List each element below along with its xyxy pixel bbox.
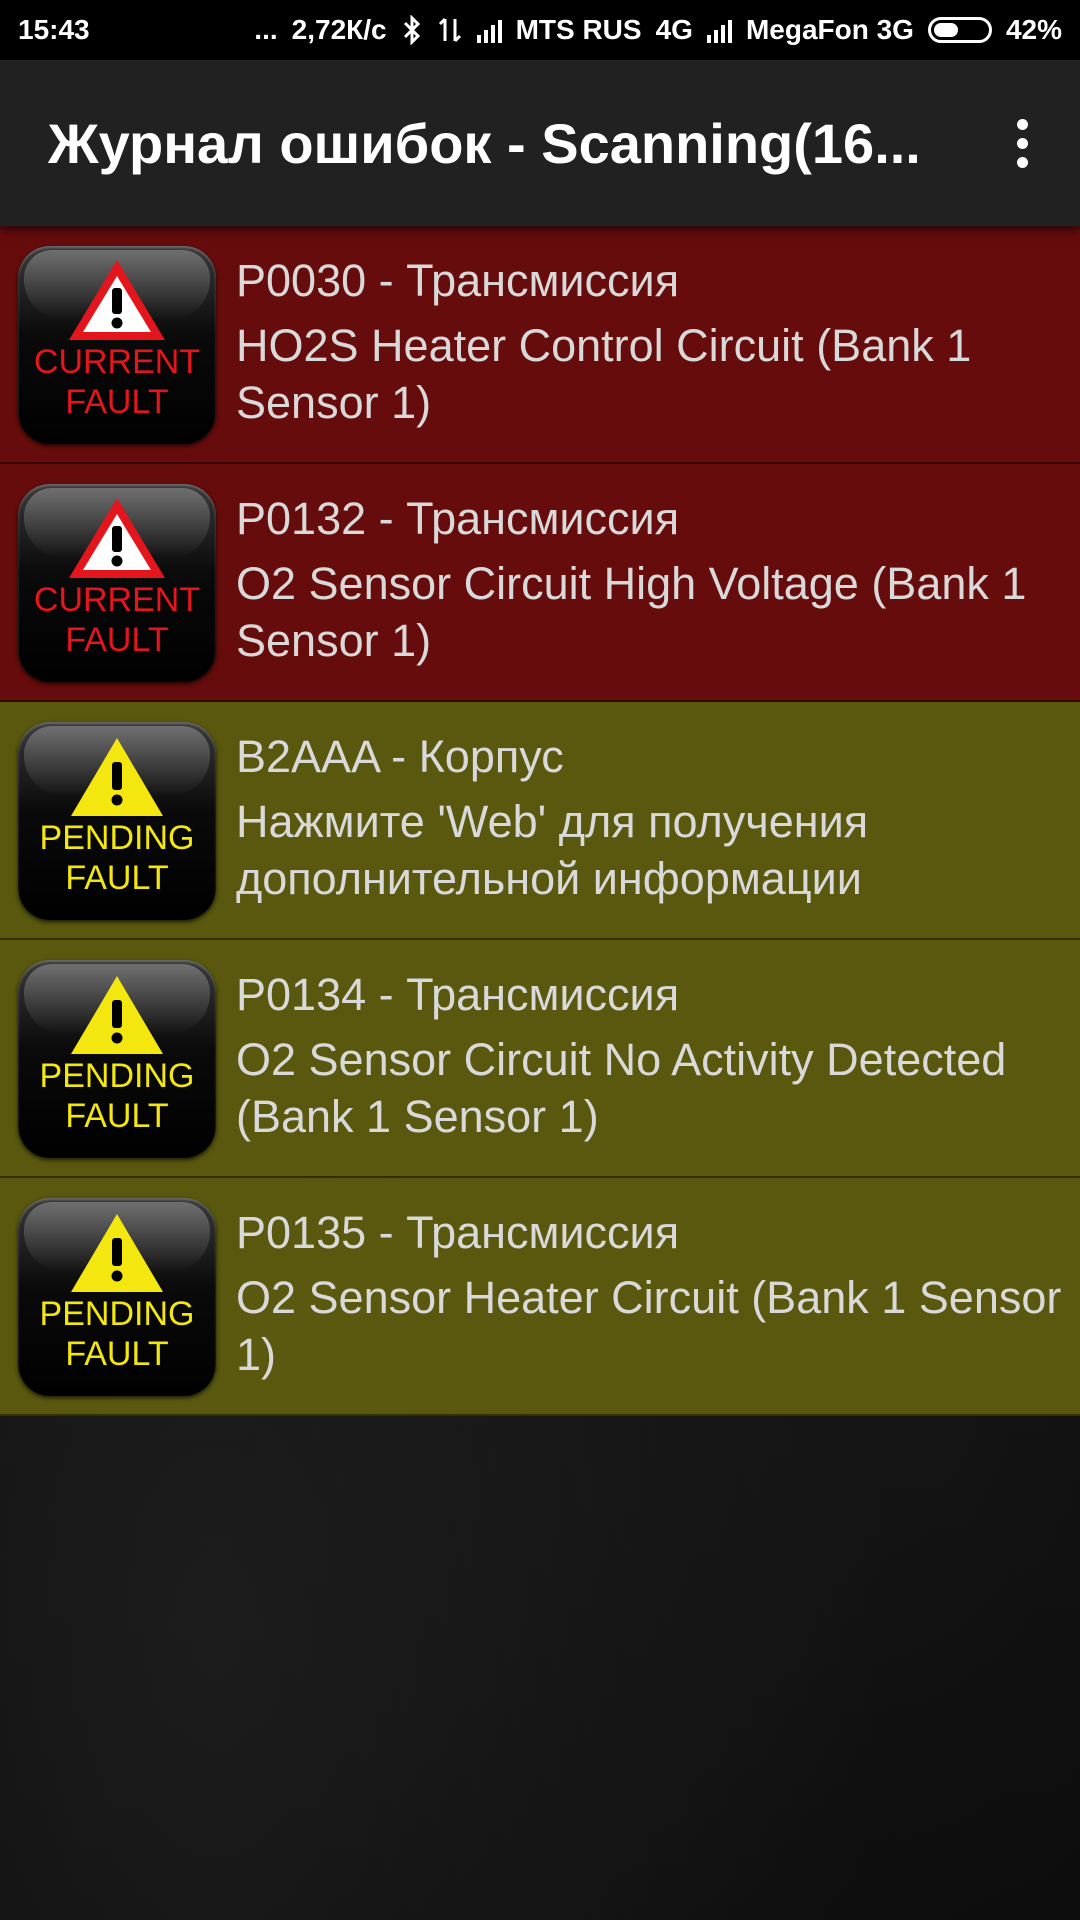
- badge-label: PENDING FAULT: [39, 1295, 195, 1373]
- fault-row[interactable]: PENDING FAULT P0135 - Трансмиссия O2 Sen…: [0, 1178, 1080, 1416]
- app-bar: Журнал ошибок - Scanning(16...: [0, 60, 1080, 226]
- status-battery: 42%: [1005, 14, 1062, 45]
- overflow-menu-icon[interactable]: [992, 98, 1052, 188]
- fault-code: B2AAA - Корпус: [236, 731, 564, 782]
- signal-strength-icon: [706, 17, 732, 43]
- yellow-warning-triangle-icon: [71, 976, 163, 1054]
- fault-text: P0030 - Трансмиссия HO2S Heater Control …: [236, 246, 1080, 431]
- fault-description: HO2S Heater Control Circuit (Bank 1 Sens…: [236, 320, 972, 428]
- fault-text: P0132 - Трансмиссия O2 Sensor Circuit Hi…: [236, 484, 1080, 669]
- pending-fault-badge: PENDING FAULT: [18, 1198, 216, 1396]
- fault-description: O2 Sensor Circuit High Voltage (Bank 1 S…: [236, 558, 1027, 666]
- status-speed: 2,72К/с: [291, 14, 387, 45]
- fault-description: Нажмите 'Web' для получения дополнительн…: [236, 796, 869, 904]
- fault-code: P0132 - Трансмиссия: [236, 493, 680, 544]
- badge-label: CURRENT FAULT: [33, 581, 201, 659]
- current-fault-badge: CURRENT FAULT: [18, 246, 216, 444]
- fault-list: CURRENT FAULT P0030 - Трансмиссия HO2S H…: [0, 226, 1080, 1416]
- fault-row[interactable]: CURRENT FAULT P0132 - Трансмиссия O2 Sen…: [0, 464, 1080, 702]
- current-fault-badge: CURRENT FAULT: [18, 484, 216, 682]
- pending-fault-badge: PENDING FAULT: [18, 722, 216, 920]
- fault-text: P0134 - Трансмиссия O2 Sensor Circuit No…: [236, 960, 1080, 1145]
- fault-text: B2AAA - Корпус Нажмите 'Web' для получен…: [236, 722, 1080, 907]
- pending-fault-badge: PENDING FAULT: [18, 960, 216, 1158]
- status-carrier1: MTS RUS: [515, 14, 642, 45]
- status-carrier2: MegaFon 3G: [745, 14, 914, 45]
- status-net1: 4G: [655, 14, 693, 45]
- badge-label: CURRENT FAULT: [33, 343, 201, 421]
- status-bar: 15:43 ... 2,72К/с MTS RUS 4G MegaFon 3G …: [0, 0, 1080, 60]
- status-dots: ...: [254, 14, 278, 45]
- fault-row[interactable]: CURRENT FAULT P0030 - Трансмиссия HO2S H…: [0, 226, 1080, 464]
- badge-label: PENDING FAULT: [39, 819, 195, 897]
- yellow-warning-triangle-icon: [71, 1214, 163, 1292]
- fault-row[interactable]: PENDING FAULT B2AAA - Корпус Нажмите 'We…: [0, 702, 1080, 940]
- fault-code: P0134 - Трансмиссия: [236, 969, 680, 1020]
- fault-description: O2 Sensor Circuit No Activity Detected (…: [236, 1034, 1007, 1142]
- status-time: 15:43: [18, 14, 90, 45]
- fault-description: O2 Sensor Heater Circuit (Bank 1 Sensor …: [236, 1272, 1062, 1380]
- signal-strength-icon: [476, 17, 502, 43]
- fault-code: P0135 - Трансмиссия: [236, 1207, 680, 1258]
- data-transfer-icon: [438, 17, 461, 43]
- fault-code: P0030 - Трансмиссия: [236, 255, 680, 306]
- battery-icon: [927, 17, 992, 43]
- status-right: ... 2,72К/с MTS RUS 4G MegaFon 3G 42%: [254, 14, 1062, 46]
- red-warning-triangle-icon: [69, 260, 165, 340]
- red-warning-triangle-icon: [69, 498, 165, 578]
- screen: 15:43 ... 2,72К/с MTS RUS 4G MegaFon 3G …: [0, 0, 1080, 1920]
- yellow-warning-triangle-icon: [71, 738, 163, 816]
- app-title: Журнал ошибок - Scanning(16...: [48, 111, 921, 175]
- bluetooth-icon: [403, 15, 420, 45]
- badge-label: PENDING FAULT: [39, 1057, 195, 1135]
- fault-text: P0135 - Трансмиссия O2 Sensor Heater Cir…: [236, 1198, 1080, 1383]
- fault-row[interactable]: PENDING FAULT P0134 - Трансмиссия O2 Sen…: [0, 940, 1080, 1178]
